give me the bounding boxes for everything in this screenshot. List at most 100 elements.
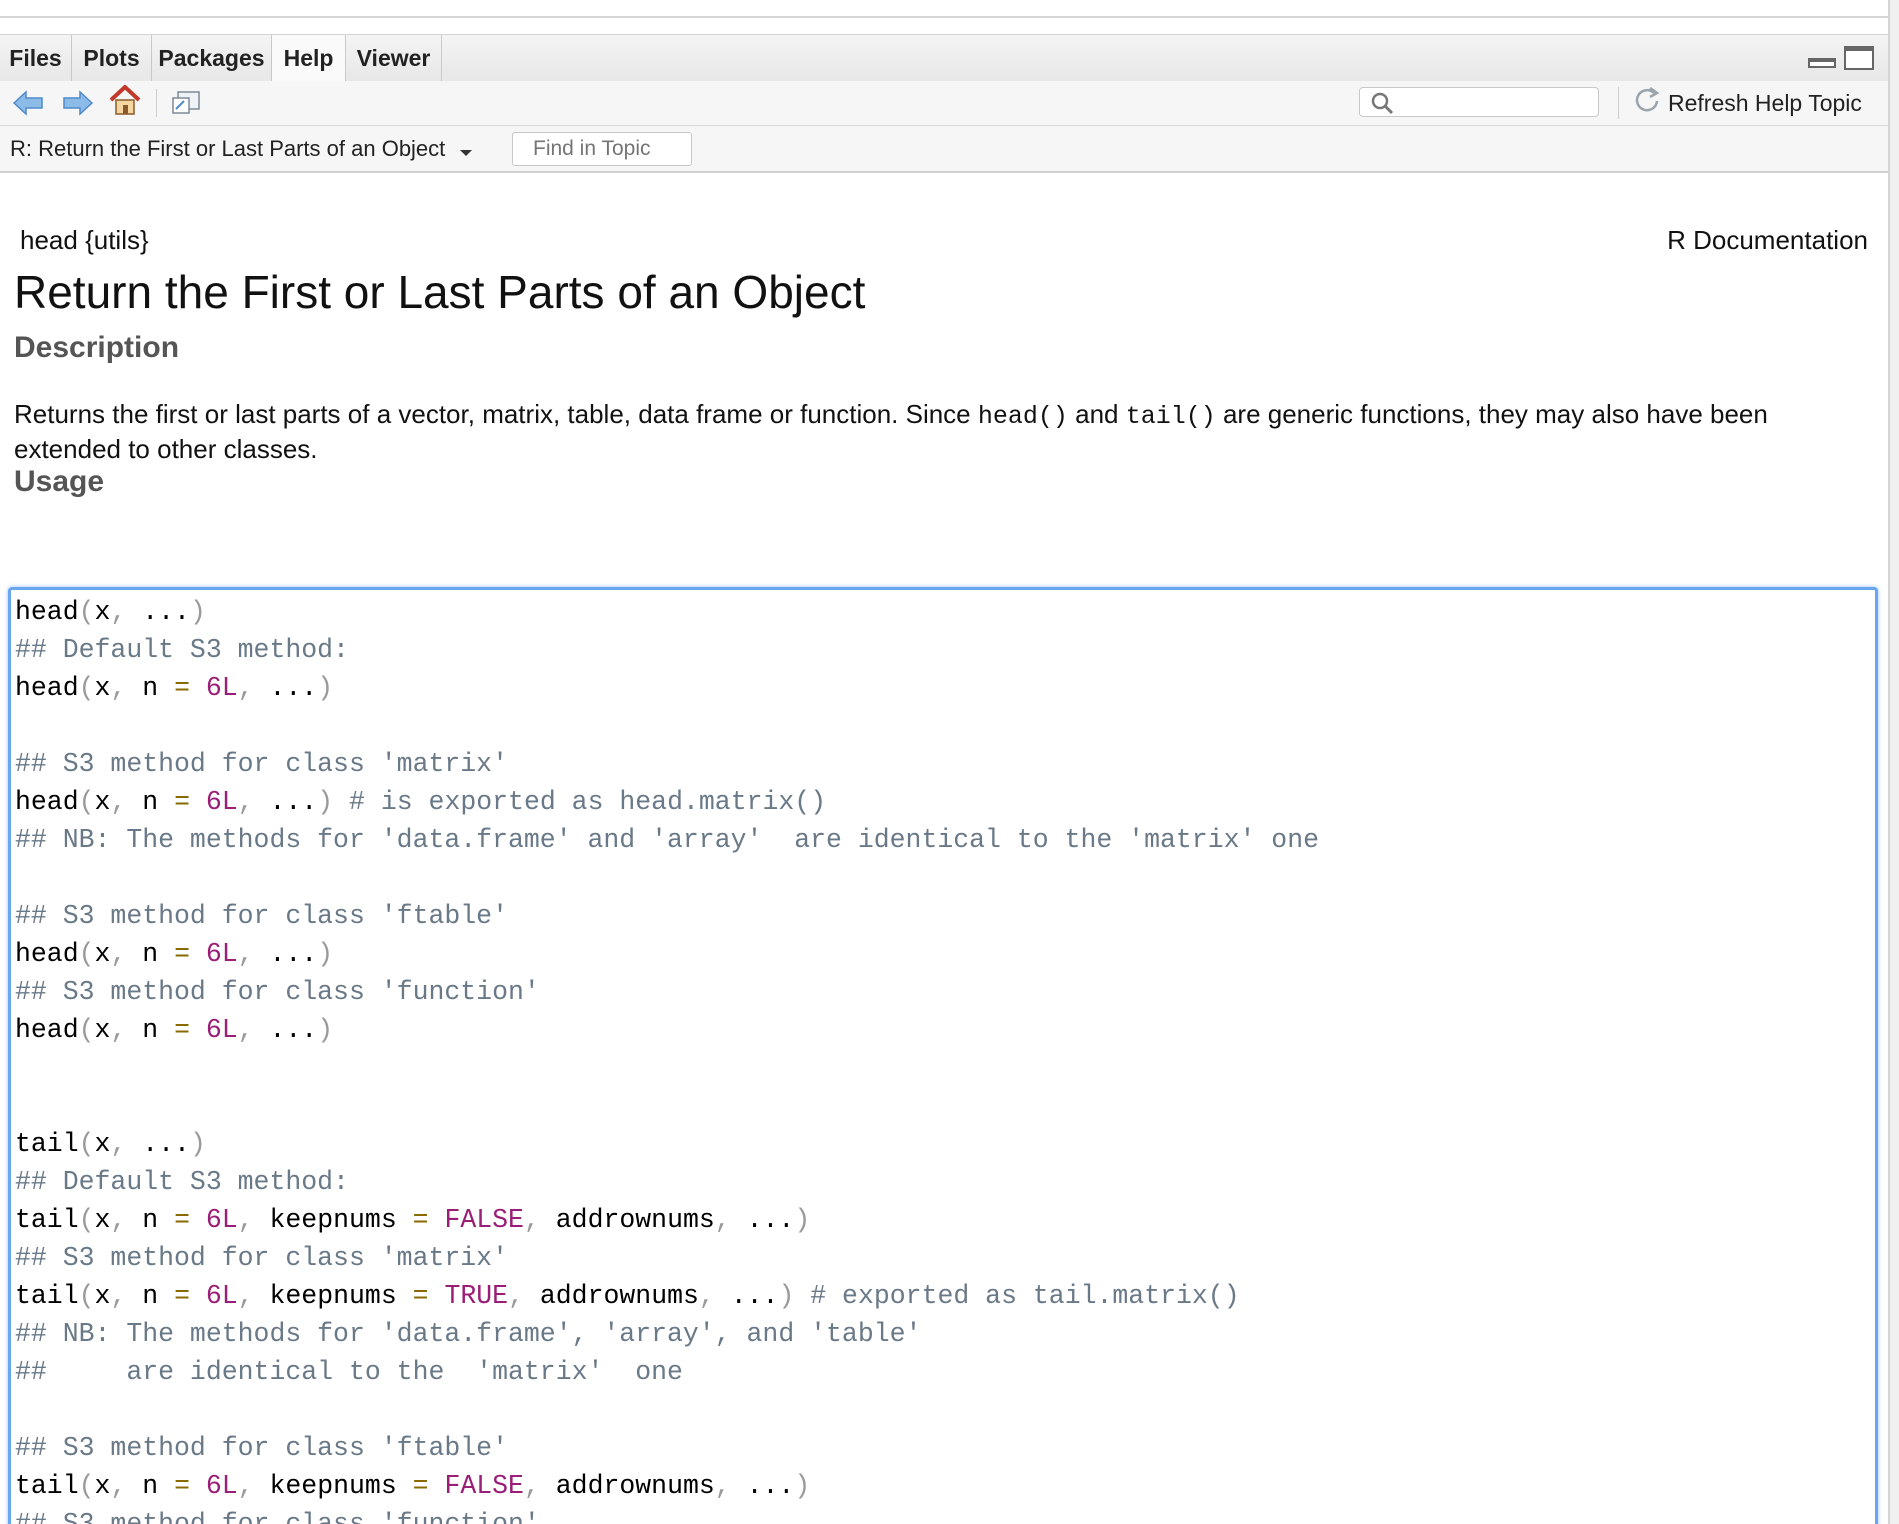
code-line: head(x, n = 6L, ...) [15,935,333,973]
description-heading: Description [14,331,180,364]
code-token: ... [746,1205,795,1235]
code-token: ( [78,1129,95,1159]
code-token: ... [269,787,318,817]
code-token: 6L [205,673,238,703]
code-line: ## S3 method for class 'matrix' [15,745,508,783]
code-token: head [15,597,79,627]
code-token: = [412,1205,429,1235]
code-token: ... [142,597,190,627]
code-token: head [15,1015,79,1045]
code-line: tail(x, n = 6L, keepnums = FALSE, addrow… [15,1467,810,1505]
code-token: ## Default S3 method: [15,635,349,665]
code-token: x [94,1281,111,1311]
package-label: head {utils} [20,225,149,255]
topic-bar: R: Return the First or Last Parts of an … [0,126,1888,173]
code-token: ## S3 method for class 'function' [15,1509,540,1524]
code-token: FALSE [444,1205,524,1235]
minimize-icon[interactable] [1808,55,1836,74]
code-token: n [142,1281,175,1311]
top-strip [0,0,1888,18]
help-document: head {utils} R Documentation Return the … [0,173,1888,1524]
code-line: head(x, n = 6L, ...) # is exported as he… [15,783,826,821]
usage-code-block[interactable]: head(x, ...) ## Default S3 method: head(x,… [8,587,1878,1524]
maximize-icon[interactable] [1844,46,1874,75]
arrow-left-icon[interactable] [12,90,44,121]
code-token: = [174,1471,190,1501]
code-token: n [142,1471,175,1501]
code-line: tail(x, n = 6L, keepnums = FALSE, addrow… [15,1201,810,1239]
code-token: n [142,1015,175,1045]
description-text: Returns the first or last parts of a vec… [14,398,1864,465]
code-line: tail(x, ...) [15,1125,206,1163]
refresh-icon [1632,86,1662,122]
code-token: ... [142,1129,190,1159]
code-token: 6L [205,939,238,969]
inline-code-head: head() [977,402,1068,431]
code-token: , [110,787,143,817]
code-token: head [15,787,79,817]
code-token: ## S3 method for class 'ftable' [15,1433,508,1463]
inline-code-tail: tail() [1125,402,1216,431]
code-token: ... [269,939,318,969]
code-token: x [94,939,111,969]
code-token: addrownums [555,1471,715,1501]
tab-help[interactable]: Help [272,35,346,82]
code-token: ( [78,597,95,627]
code-token: x [94,1205,111,1235]
code-token: n [142,939,175,969]
description-part: and [1067,399,1126,429]
code-line: head(x, n = 6L, ...) [15,1011,333,1049]
code-token: x [94,597,111,627]
code-token: , [523,1205,556,1235]
code-token: ## S3 method for class 'ftable' [15,901,508,931]
code-token: n [142,787,175,817]
code-token: tail [15,1205,79,1235]
arrow-right-icon[interactable] [62,90,94,121]
code-token: ( [78,939,95,969]
tab-files[interactable]: Files [0,35,72,81]
code-token: ## Default S3 method: [15,1167,349,1197]
code-token: ## S3 method for class 'matrix' [15,1243,508,1273]
code-line: ## S3 method for class 'matrix' [15,1239,508,1277]
code-token: = [174,787,190,817]
window-edge [1888,0,1899,1524]
popout-window-icon[interactable] [170,89,202,122]
toolbar-separator [1618,87,1619,119]
code-line: ## S3 method for class 'function' [15,1505,540,1524]
help-search-input[interactable] [1359,87,1599,117]
home-icon[interactable] [108,84,142,122]
tab-packages[interactable]: Packages [152,35,272,81]
code-token: = [174,1015,190,1045]
page-title: Return the First or Last Parts of an Obj… [14,266,866,318]
code-token: , [110,1129,143,1159]
help-toolbar: Refresh Help Topic [0,81,1888,126]
topic-selector[interactable]: R: Return the First or Last Parts of an … [10,126,473,171]
code-token: head [15,939,79,969]
code-token: 6L [205,1281,238,1311]
code-token: , [714,1205,747,1235]
code-token: ( [78,673,95,703]
usage-heading: Usage [14,465,105,498]
code-line: ## are identical to the 'matrix' one [15,1353,683,1391]
code-token: = [174,673,190,703]
tab-plots[interactable]: Plots [72,35,152,81]
code-token: ... [746,1471,795,1501]
code-token: x [94,787,111,817]
code-token: ) [189,597,206,627]
refresh-help-topic-button[interactable]: Refresh Help Topic [1632,86,1862,122]
code-token: , [237,1281,270,1311]
description-part: Returns the first or last parts of a vec… [14,399,978,429]
code-token: , [110,939,143,969]
code-token: ## are identical to the 'matrix' one [15,1357,683,1387]
code-token: , [110,1281,143,1311]
code-token: ( [78,1281,95,1311]
tab-viewer[interactable]: Viewer [346,35,442,81]
code-token: x [94,1015,111,1045]
code-token: , [237,1205,270,1235]
code-line: head(x, n = 6L, ...) [15,669,333,707]
find-in-topic-input[interactable] [512,132,692,166]
code-token: tail [15,1281,79,1311]
